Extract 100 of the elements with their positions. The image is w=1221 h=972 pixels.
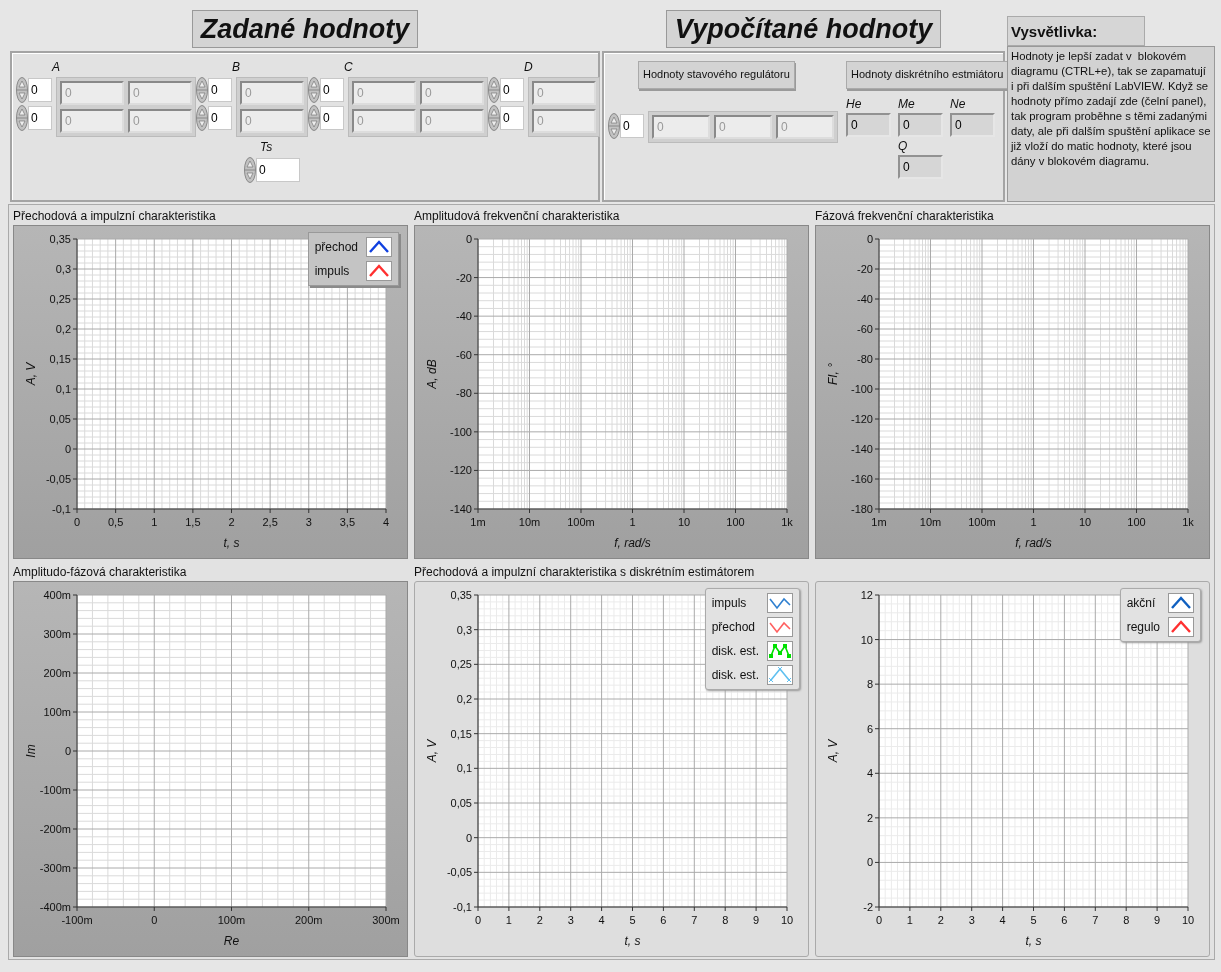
- line-sample-icon: [366, 237, 392, 257]
- tick-label: 1m: [871, 516, 887, 528]
- legend-label: akční: [1126, 595, 1156, 612]
- tick-label: 300m: [372, 914, 400, 926]
- tick-label: 0: [73, 516, 81, 528]
- tick-label: -20: [456, 271, 472, 284]
- tick-label: 0: [866, 856, 873, 869]
- spin-buttons[interactable]: [196, 105, 208, 131]
- legend-label: regulo: [1126, 619, 1160, 636]
- spin-buttons[interactable]: [16, 105, 28, 131]
- tick-label: 0: [866, 233, 873, 245]
- index-field[interactable]: 0: [320, 106, 344, 130]
- matrix-cell[interactable]: 0: [352, 81, 416, 105]
- chart-title: Přechodová a impulzní charakteristika s diskrétním estimátorem: [414, 564, 755, 581]
- tick-label: 300m: [43, 628, 71, 640]
- tick-label: 100m: [968, 516, 996, 528]
- index-field[interactable]: 0: [320, 78, 344, 102]
- spin-buttons[interactable]: [488, 77, 500, 103]
- tick-label: -100: [449, 425, 472, 438]
- tick-label: 3: [567, 914, 574, 926]
- tick-label: 0,25: [49, 293, 71, 305]
- tick-label: -180: [850, 503, 873, 515]
- tick-label: 8: [866, 678, 873, 691]
- tick-label: 0: [64, 745, 71, 757]
- spin-buttons[interactable]: [608, 113, 620, 139]
- index-field[interactable]: 0: [500, 78, 524, 102]
- output-field[interactable]: 0: [950, 113, 995, 137]
- note-title: Vysvětlivka:: [1007, 16, 1145, 46]
- tick-label: 7: [1092, 914, 1099, 926]
- tick-label: 10: [1078, 516, 1092, 528]
- index-field[interactable]: 0: [208, 106, 232, 130]
- legend-label: disk. est.: [711, 643, 759, 660]
- tick-label: 1: [906, 914, 913, 926]
- tick-label: -80: [456, 387, 472, 400]
- spin-buttons[interactable]: [16, 77, 28, 103]
- tick-label: -100m: [61, 914, 93, 926]
- axis-title: Re: [223, 934, 240, 948]
- spin-buttons[interactable]: [244, 157, 256, 183]
- matrix-cell[interactable]: 0: [532, 81, 596, 105]
- tick-label: 0,1: [456, 762, 472, 775]
- index-field[interactable]: 0: [28, 106, 52, 130]
- output-field[interactable]: 0: [898, 113, 943, 137]
- matrix-cell[interactable]: 0: [128, 109, 192, 133]
- index-field[interactable]: 0: [28, 78, 52, 102]
- matrix-cell[interactable]: 0: [652, 115, 710, 139]
- axis-title: A, V: [24, 362, 38, 386]
- tick-label: 1: [1030, 516, 1037, 528]
- tick-label: -40: [456, 310, 472, 323]
- matrix-cell[interactable]: 0: [420, 81, 484, 105]
- matrix-cell[interactable]: 0: [240, 109, 304, 133]
- matrix-cell[interactable]: 0: [352, 109, 416, 133]
- output-field[interactable]: 0: [846, 113, 891, 137]
- legend-label: impuls: [711, 595, 747, 612]
- matrix-cell[interactable]: 0: [60, 109, 124, 133]
- tick-label: -2: [863, 901, 873, 913]
- matrix-cell[interactable]: 0: [532, 109, 596, 133]
- spin-buttons[interactable]: [196, 77, 208, 103]
- tick-label: -0,05: [446, 866, 472, 879]
- matrix-cell[interactable]: 0: [60, 81, 124, 105]
- tick-label: 0: [64, 443, 71, 455]
- spin-buttons[interactable]: [488, 105, 500, 131]
- index-field[interactable]: 0: [620, 114, 644, 138]
- tick-label: 200m: [43, 667, 71, 679]
- spin-buttons[interactable]: [308, 77, 320, 103]
- line-sample-icon: [767, 617, 793, 637]
- tick-label: 2: [866, 811, 873, 824]
- axis-title: t, s: [624, 934, 641, 948]
- tick-label: 6: [660, 914, 667, 926]
- field-label: He: [846, 96, 863, 113]
- tick-label: 5: [1030, 914, 1037, 926]
- tick-label: 1k: [1182, 516, 1194, 528]
- tick-label: 0,15: [450, 727, 472, 740]
- matrix-cell[interactable]: 0: [714, 115, 772, 139]
- tick-label: -140: [850, 443, 873, 455]
- legend-label: impuls: [314, 263, 350, 280]
- matrix-cell[interactable]: 0: [128, 81, 192, 105]
- tick-label: 0: [465, 831, 472, 844]
- line-sample-icon: [1168, 593, 1194, 613]
- tick-label: 4: [866, 767, 873, 780]
- line-sample-icon: [767, 593, 793, 613]
- matrix-cell[interactable]: 0: [776, 115, 834, 139]
- field-label: Me: [898, 96, 916, 113]
- axis-title: t, s: [1025, 934, 1042, 948]
- index-field[interactable]: 0: [256, 158, 300, 182]
- tick-label: 5: [629, 914, 636, 926]
- chart-title: Fázová frekvenční charakteristika: [815, 208, 994, 225]
- index-field[interactable]: 0: [208, 78, 232, 102]
- matrix-cell[interactable]: 0: [240, 81, 304, 105]
- matrix-cell[interactable]: 0: [420, 109, 484, 133]
- spin-buttons[interactable]: [308, 105, 320, 131]
- output-field[interactable]: 0: [898, 155, 943, 179]
- tick-label: -100: [850, 383, 873, 395]
- tick-label: -0,05: [45, 473, 71, 485]
- tick-label: -100m: [39, 784, 71, 796]
- tick-label: 1m: [470, 516, 486, 528]
- tick-label: 0,15: [49, 353, 71, 365]
- tick-label: 3: [968, 914, 975, 926]
- index-field[interactable]: 0: [500, 106, 524, 130]
- tick-label: 3,5: [339, 516, 355, 528]
- tick-label: 0,25: [450, 658, 472, 671]
